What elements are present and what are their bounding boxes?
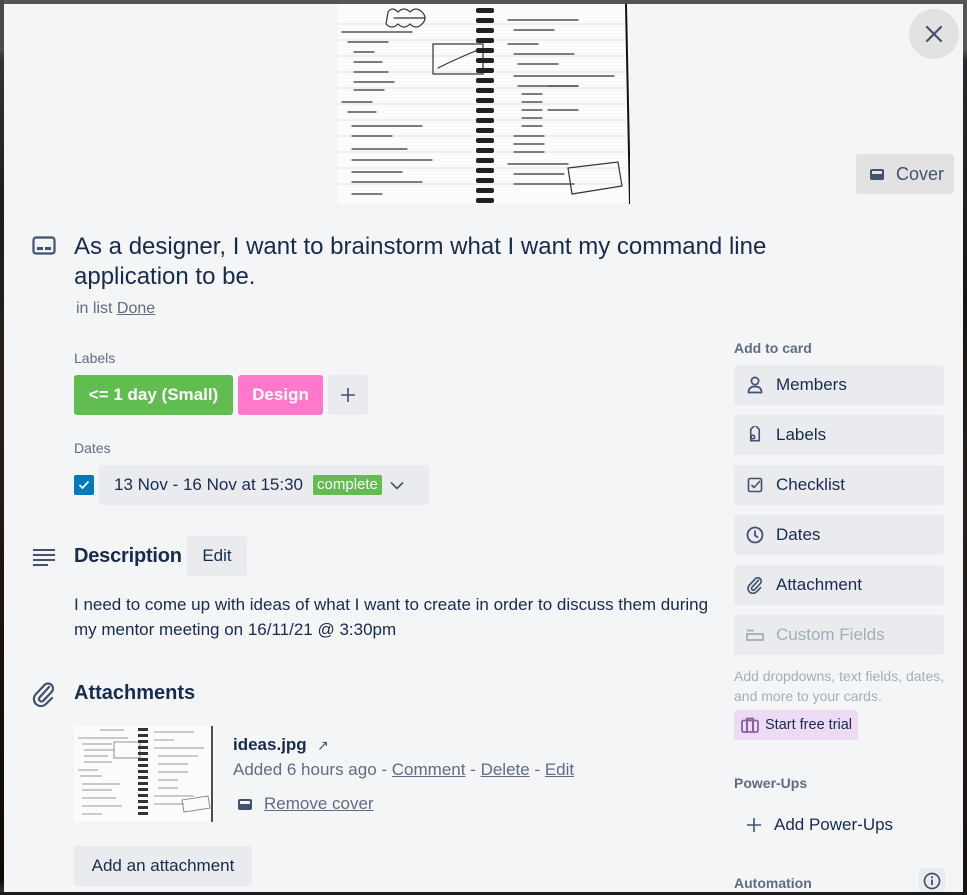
person-icon <box>746 376 764 394</box>
cover-icon <box>870 168 884 180</box>
labels-heading: Labels <box>74 350 116 366</box>
card-title[interactable]: As a designer, I want to brainstorm what… <box>74 232 834 292</box>
paperclip-icon <box>32 681 56 712</box>
members-button[interactable]: Members <box>734 365 944 405</box>
notebook-sketch-image <box>338 4 630 204</box>
date-complete-checkbox[interactable] <box>74 475 94 495</box>
chevron-down-icon <box>390 481 404 490</box>
attachment-preview-image <box>74 726 214 822</box>
plus-icon <box>341 388 355 402</box>
custom-fields-icon <box>746 629 764 641</box>
add-powerups-label: Add Power-Ups <box>774 815 894 834</box>
checklist-button[interactable]: Checklist <box>734 465 944 505</box>
dates-button[interactable]: 13 Nov - 16 Nov at 15:30 complete <box>99 465 429 505</box>
remove-cover-label: Remove cover <box>264 794 374 813</box>
description-heading: Description <box>74 545 182 567</box>
separator: - <box>529 760 545 779</box>
dates-sidebar-label: Dates <box>776 525 821 544</box>
checklist-label: Checklist <box>776 475 845 494</box>
label-small[interactable]: <= 1 day (Small) <box>74 375 233 415</box>
powerups-heading: Power-Ups <box>734 775 808 791</box>
add-powerups-button[interactable]: Add Power-Ups <box>734 805 944 845</box>
attachment-comment-link[interactable]: Comment <box>392 760 466 779</box>
attachment-sidebar-button[interactable]: Attachment <box>734 565 944 605</box>
description-text[interactable]: I need to come up with ideas of what I w… <box>74 592 714 642</box>
clock-icon <box>746 526 764 544</box>
custom-fields-button[interactable]: Custom Fields <box>734 615 944 655</box>
dates-heading: Dates <box>74 440 111 456</box>
paperclip-icon <box>746 576 764 594</box>
separator: - <box>465 760 481 779</box>
label-design[interactable]: Design <box>238 375 323 415</box>
plus-icon <box>747 818 761 832</box>
checklist-icon <box>746 477 764 493</box>
labels-button-label: Labels <box>776 425 827 444</box>
tag-icon <box>746 426 764 444</box>
open-external-icon[interactable]: ↗ <box>317 737 329 754</box>
add-attachment-button[interactable]: Add an attachment <box>74 846 252 886</box>
close-icon <box>925 25 943 43</box>
date-range: 13 Nov - 16 Nov at 15:30 <box>114 475 304 494</box>
cover-button[interactable]: Cover <box>856 154 954 194</box>
attachment-thumbnail[interactable] <box>74 726 214 822</box>
automation-info-button[interactable] <box>919 868 945 892</box>
attachment-edit-link[interactable]: Edit <box>545 760 574 779</box>
attachment-name[interactable]: ideas.jpg <box>233 735 307 755</box>
cover-icon <box>238 798 252 810</box>
in-list-prefix: in list <box>76 300 113 317</box>
start-free-trial-button[interactable]: Start free trial <box>734 710 858 740</box>
members-label: Members <box>776 375 847 394</box>
list-link[interactable]: Done <box>117 300 155 317</box>
close-button[interactable] <box>909 9 959 59</box>
cover-image <box>338 4 630 204</box>
start-free-trial-label: Start free trial <box>765 717 853 733</box>
attachment-delete-link[interactable]: Delete <box>481 760 530 779</box>
automation-heading: Automation <box>734 875 812 891</box>
add-to-card-heading: Add to card <box>734 340 812 356</box>
separator: - <box>376 760 392 779</box>
in-list-info: in list Done <box>76 300 155 318</box>
dates-sidebar-button[interactable]: Dates <box>734 515 944 555</box>
attachment-sidebar-label: Attachment <box>776 575 862 594</box>
attachments-heading: Attachments <box>74 682 196 704</box>
attachment-meta: Added 6 hours ago - Comment - Delete - E… <box>233 760 574 780</box>
info-icon <box>923 872 941 890</box>
briefcase-icon <box>741 717 759 733</box>
card-icon <box>32 236 56 261</box>
remove-cover-link[interactable]: Remove cover <box>238 794 374 814</box>
complete-badge: complete <box>313 475 382 495</box>
custom-fields-label: Custom Fields <box>776 625 885 644</box>
custom-fields-help: Add dropdowns, text fields, dates, and m… <box>734 668 945 704</box>
description-edit-button[interactable]: Edit <box>187 536 247 576</box>
backdrop-right <box>963 0 967 895</box>
cover-button-label: Cover <box>896 163 945 184</box>
description-icon <box>32 548 56 571</box>
card-detail-modal: Cover As a designer, I want to brainstor… <box>4 4 963 892</box>
checkmark-icon <box>78 480 90 490</box>
labels-button[interactable]: Labels <box>734 415 944 455</box>
attachment-added-time: Added 6 hours ago <box>233 760 377 779</box>
add-label-button[interactable] <box>328 375 368 415</box>
card-cover: Cover <box>4 4 963 204</box>
